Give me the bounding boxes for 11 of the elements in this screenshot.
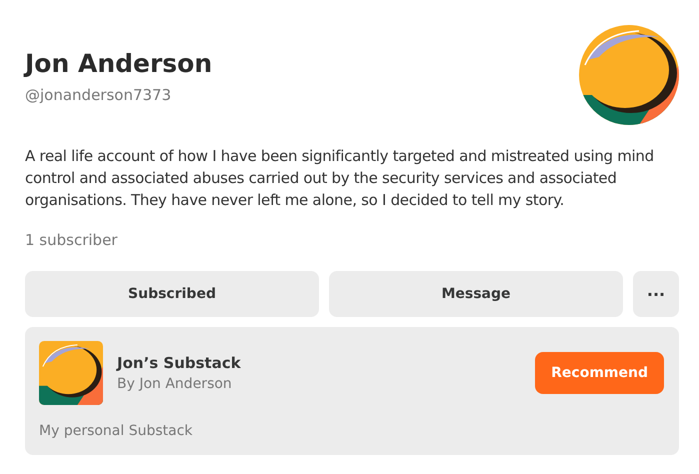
profile-bio: A real life account of how I have been significantly targeted and mistreated using mind control and associated abuses carried out by the security services and associated organisations. They have never left me alone, so I decided to tell my story. xyxy=(25,146,655,211)
more-button[interactable]: ··· xyxy=(633,271,679,317)
publication-author: By Jon Anderson xyxy=(117,376,233,392)
profile-handle: @jonanderson7373 xyxy=(25,86,172,104)
action-button[interactable]: Message xyxy=(329,271,623,317)
subscriber-count: 1 subscriber xyxy=(25,231,118,249)
publication-logo-drawing xyxy=(39,341,103,405)
publication-name: Jon’s Substack xyxy=(117,354,242,372)
action-button[interactable]: Subscribed xyxy=(25,271,319,317)
profile-name: Jon Anderson xyxy=(25,49,212,78)
publication-description: My personal Substack xyxy=(39,423,194,439)
